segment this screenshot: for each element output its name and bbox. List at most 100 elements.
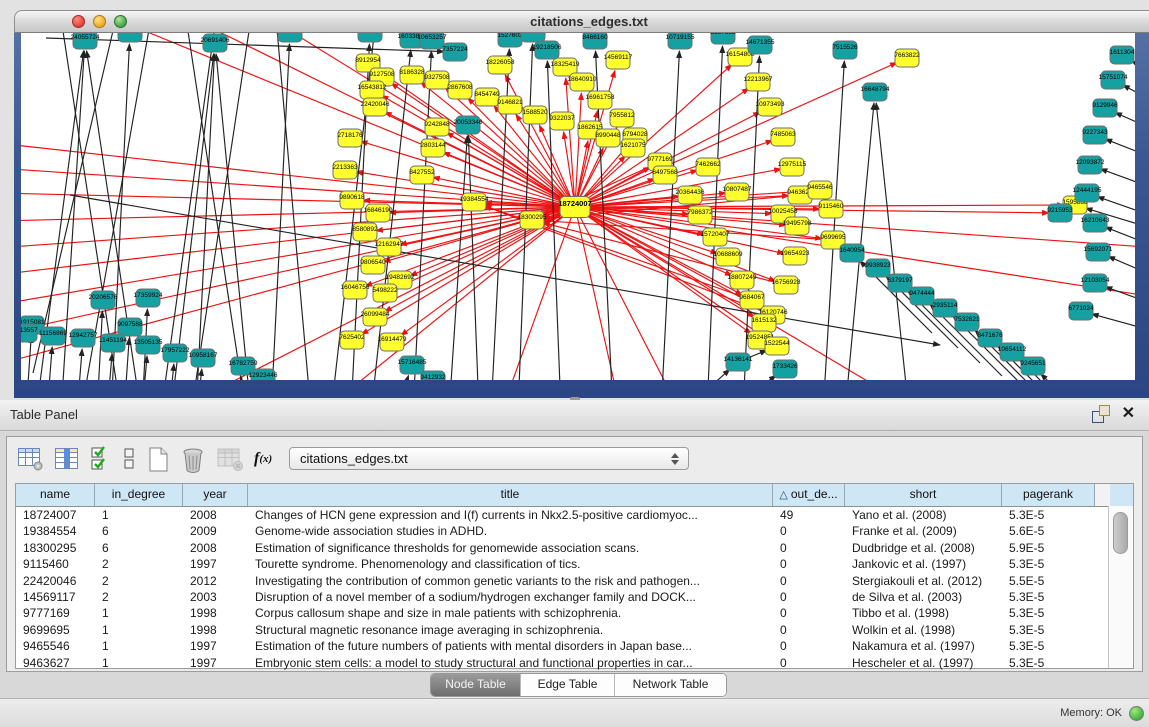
graph-node[interactable]: 6497568 xyxy=(652,166,678,184)
network-graph[interactable]: 1872400718226058891295491275081654381281… xyxy=(21,33,1135,380)
graph-node[interactable]: 7357224 xyxy=(442,43,468,61)
graph-node[interactable]: 9227343 xyxy=(1082,126,1108,144)
graph-node[interactable]: 16648794 xyxy=(861,83,890,101)
close-panel-icon[interactable]: ✕ xyxy=(1122,405,1135,423)
graph-node[interactable]: 10973493 xyxy=(756,98,785,116)
black-edge[interactable] xyxy=(1100,169,1135,191)
graph-node[interactable]: 1621075 xyxy=(620,139,646,157)
graph-node[interactable]: 6771024 xyxy=(1068,302,1094,320)
black-edge[interactable] xyxy=(1041,374,1113,380)
graph-node[interactable]: 10958167 xyxy=(189,349,218,367)
graph-node[interactable]: 1527602 xyxy=(497,33,523,47)
graph-node[interactable]: 9684067 xyxy=(739,291,765,309)
graph-node[interactable]: 19218506 xyxy=(533,41,562,59)
graph-node[interactable]: 2935114 xyxy=(933,299,958,317)
graph-node[interactable]: 16046756 xyxy=(341,281,370,299)
graph-node[interactable]: 10855272 xyxy=(276,33,305,42)
table-scrollbar[interactable] xyxy=(1108,506,1133,668)
graph-node[interactable]: 12975115 xyxy=(778,158,807,176)
black-edge[interactable] xyxy=(396,375,409,380)
graph-node[interactable]: 1733426 xyxy=(772,360,798,378)
graph-node[interactable]: 7462662 xyxy=(695,158,721,176)
graph-node[interactable]: 8427552 xyxy=(409,166,435,184)
hub-node[interactable]: 18724007 xyxy=(558,197,591,218)
table-row[interactable]: 1872400712008Changes of HCN gene express… xyxy=(16,507,1133,523)
graph-node[interactable]: 11156869 xyxy=(39,327,67,345)
graph-node[interactable]: 8186328 xyxy=(399,66,425,84)
black-edge[interactable] xyxy=(47,347,52,380)
table-row[interactable]: 2242004622012Investigating the contribut… xyxy=(16,573,1133,589)
black-edge[interactable] xyxy=(161,33,216,380)
black-edge[interactable] xyxy=(1123,85,1135,105)
black-edge[interactable] xyxy=(724,375,776,380)
table-row[interactable]: 969969511998Structural magnetic resonanc… xyxy=(16,622,1133,638)
column-header-title[interactable]: title xyxy=(248,484,773,506)
graph-node[interactable]: 15527602 xyxy=(356,33,385,42)
graph-node[interactable]: 7515526 xyxy=(832,41,858,59)
show-column-icon[interactable] xyxy=(54,445,80,473)
float-panel-icon[interactable] xyxy=(1092,405,1110,423)
black-edge[interactable] xyxy=(46,38,444,52)
graph-node[interactable]: 20691406 xyxy=(201,34,230,52)
graph-node[interactable]: 10688609 xyxy=(714,248,743,266)
graph-node[interactable]: 18807249 xyxy=(728,271,757,289)
graph-node[interactable]: 12093872 xyxy=(1076,156,1105,174)
black-edge[interactable] xyxy=(169,364,174,380)
black-edge[interactable] xyxy=(681,369,730,380)
table-source-select[interactable]: citations_edges.txt xyxy=(289,447,689,470)
graph-node[interactable]: 14569117 xyxy=(604,51,633,69)
select-rows-icon[interactable] xyxy=(90,445,112,473)
black-edge[interactable] xyxy=(77,349,82,380)
graph-node[interactable]: 9938923 xyxy=(865,259,891,277)
table-row[interactable]: 1830029562008Estimation of significance … xyxy=(16,540,1133,556)
delete-table-icon[interactable] xyxy=(180,445,206,473)
memory-ok-indicator[interactable] xyxy=(1129,706,1144,721)
graph-node[interactable]: 10719155 xyxy=(666,33,695,49)
graph-node[interactable]: 12103054 xyxy=(1081,274,1110,292)
graph-node[interactable]: 20053346 xyxy=(454,116,483,134)
graph-node[interactable]: 7986372 xyxy=(687,206,713,224)
scrollbar-thumb[interactable] xyxy=(1113,512,1128,554)
graph-node[interactable]: 2213363 xyxy=(332,161,358,179)
graph-node[interactable]: 9115460 xyxy=(819,200,844,218)
graph-node[interactable]: 14136141 xyxy=(724,353,753,371)
graph-node[interactable]: 2803144 xyxy=(420,139,446,157)
graph-node[interactable]: 9412932 xyxy=(420,371,446,380)
graph-node[interactable]: 9322037 xyxy=(549,112,575,130)
graph-node[interactable]: 12942757 xyxy=(69,329,98,347)
red-edge[interactable] xyxy=(575,207,681,380)
graph-node[interactable]: 9245651 xyxy=(1020,357,1046,375)
tab-node-table[interactable]: Node Table xyxy=(431,674,521,696)
graph-node[interactable]: 11451194 xyxy=(99,334,127,352)
table-row[interactable]: 946362711997Embryonic stem cells: a mode… xyxy=(16,655,1133,671)
black-edge[interactable] xyxy=(1092,314,1135,333)
graph-node[interactable]: 7485063 xyxy=(770,128,796,146)
black-edge[interactable] xyxy=(1108,256,1135,279)
graph-node[interactable]: 15720407 xyxy=(701,228,730,246)
network-canvas[interactable]: 1872400718226058891295491275081654381281… xyxy=(21,33,1135,380)
table-row[interactable]: 911546021997Tourette syndrome. Phenomeno… xyxy=(16,556,1133,572)
graph-node[interactable]: 15716485 xyxy=(398,356,427,374)
graph-node[interactable]: 7532621 xyxy=(954,313,980,331)
graph-node[interactable]: 17957222 xyxy=(161,344,190,362)
graph-node[interactable]: 11553267 xyxy=(116,33,145,42)
graph-node[interactable]: 20206576 xyxy=(89,291,118,309)
graph-node[interactable]: 16210643 xyxy=(1081,214,1110,232)
graph-node[interactable]: 12213967 xyxy=(744,73,773,91)
graph-node[interactable]: 10807487 xyxy=(723,183,752,201)
black-edge[interactable] xyxy=(823,61,844,380)
tab-edge-table[interactable]: Edge Table xyxy=(521,674,615,696)
graph-node[interactable]: 19384554 xyxy=(460,193,489,211)
graph-node[interactable]: 8990448 xyxy=(595,129,621,147)
graph-node[interactable]: 15692071 xyxy=(1084,243,1113,261)
graph-node[interactable]: 16543812 xyxy=(358,81,387,99)
function-builder-icon[interactable]: f(x) xyxy=(254,445,272,473)
graph-node[interactable]: 9146821 xyxy=(497,96,523,114)
network-window-titlebar[interactable]: citations_edges.txt xyxy=(14,10,1149,33)
graph-node[interactable]: 12923446 xyxy=(249,369,278,380)
black-edge[interactable] xyxy=(26,336,31,380)
graph-node[interactable]: 18640910 xyxy=(568,73,597,91)
graph-node[interactable]: 15751074 xyxy=(1099,71,1128,89)
graph-node[interactable]: 16846190 xyxy=(364,204,393,222)
black-edge[interactable] xyxy=(107,354,112,380)
